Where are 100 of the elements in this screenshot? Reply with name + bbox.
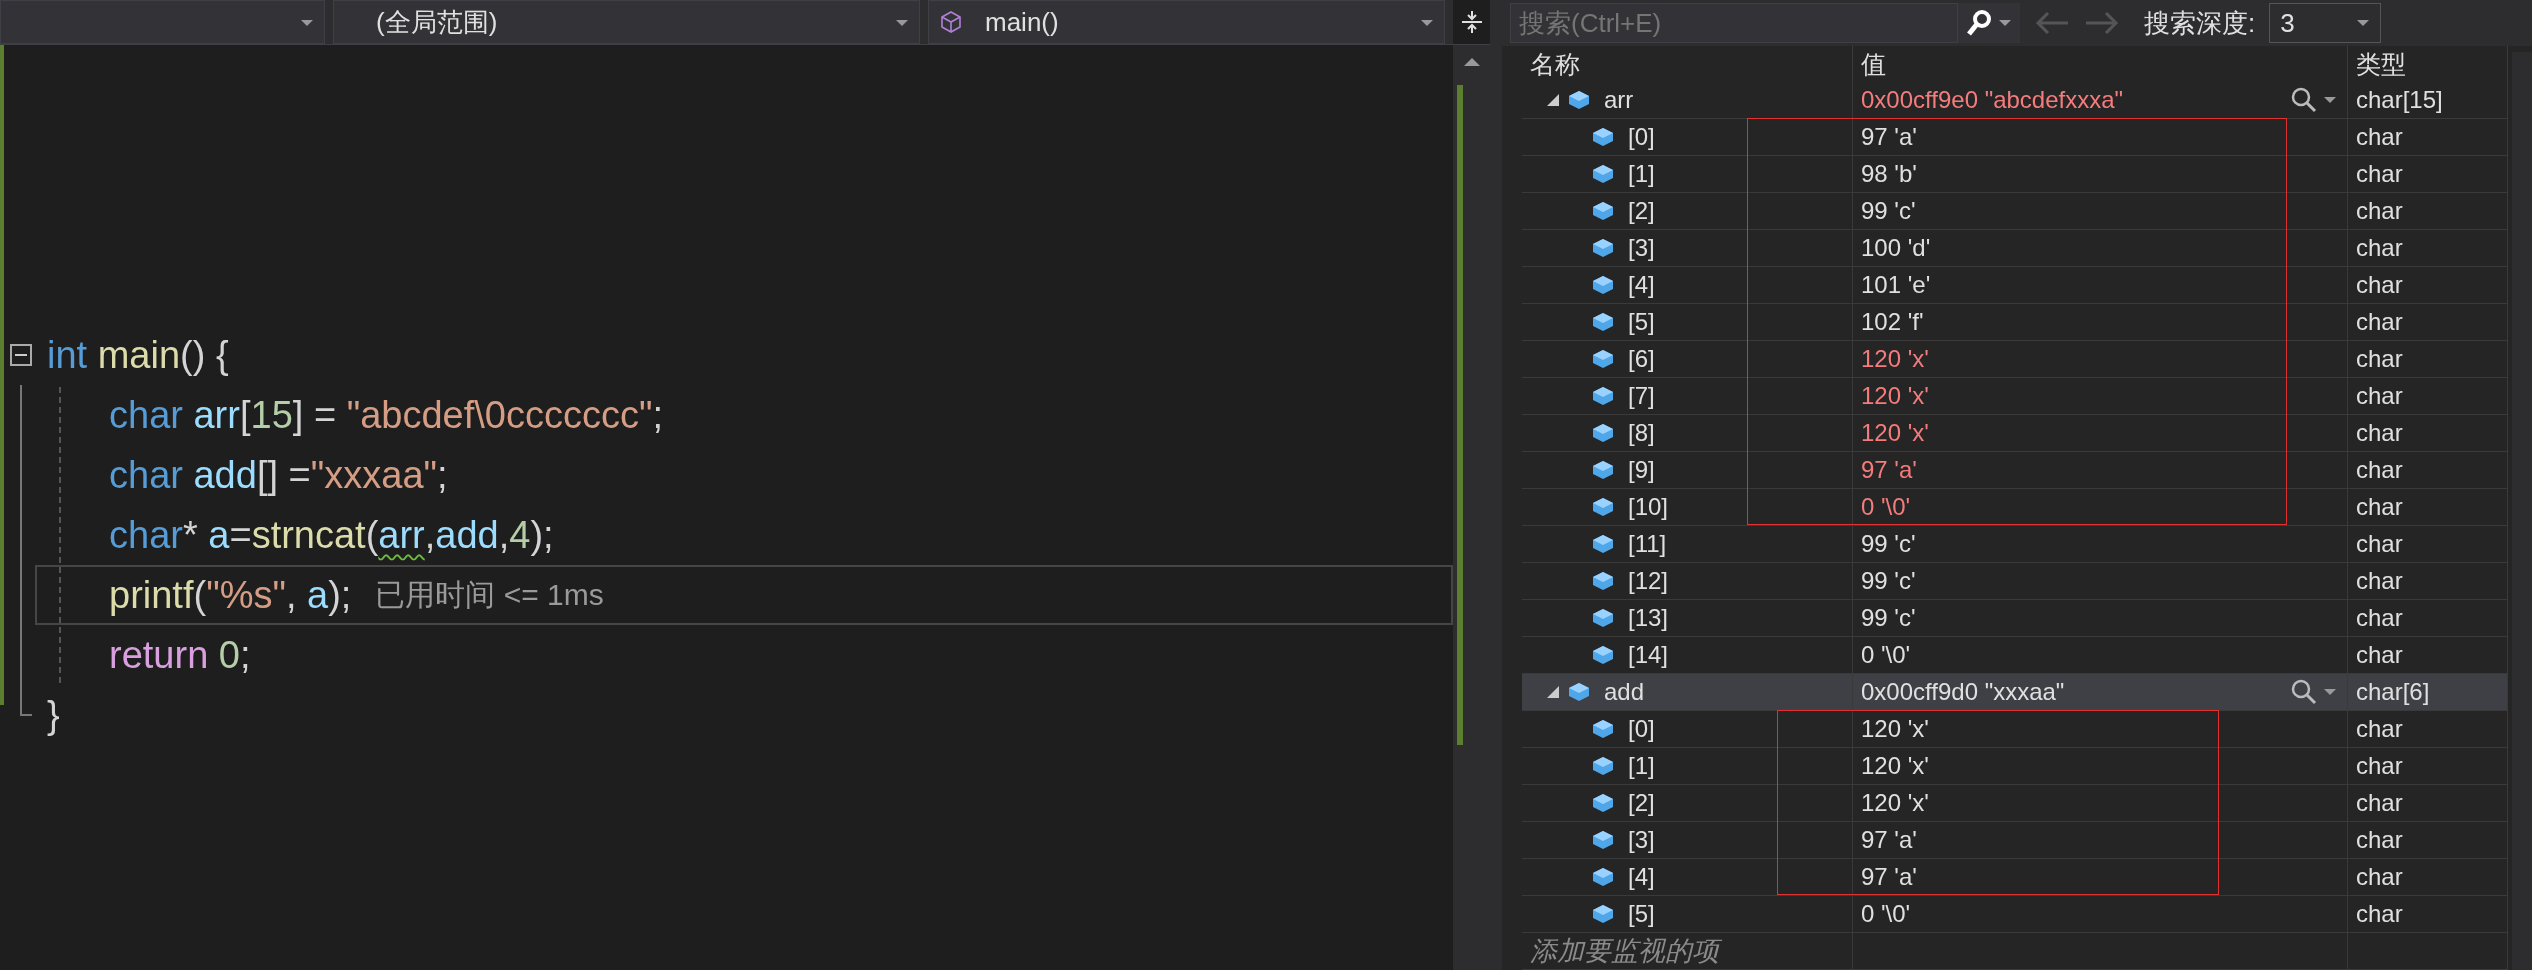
name-cell[interactable]: [9] [1522,452,1853,489]
cube-icon [1592,312,1614,332]
name-cell[interactable]: [4] [1522,267,1853,304]
column-header[interactable]: 值 [1853,46,2348,82]
depth-label: 搜索深度: [2144,6,2256,40]
value-cell: 0 '\0' [1853,896,2348,933]
dropdown[interactable]: (全局范围) [333,0,920,44]
code-line: char add[] ="xxxaa"; [35,445,1453,505]
code-line: int main() { [46,332,230,378]
column-header[interactable]: 类型 [2348,46,2508,82]
type-cell: char [2348,748,2508,785]
name-cell[interactable]: [1] [1522,748,1853,785]
name-cell[interactable]: [4] [1522,859,1853,896]
split-icon [1460,10,1483,34]
name-cell[interactable]: [0] [1522,711,1853,748]
depth-dropdown[interactable]: 3 [2269,3,2382,43]
dropdown[interactable]: main() [928,0,1445,44]
caret-icon [2323,96,2337,104]
name-cell[interactable]: [6] [1522,341,1853,378]
value-cell: 99 'c' [1853,526,2348,563]
cube-icon [1592,867,1614,887]
value-cell: 120 'x' [1853,415,2348,452]
value-cell: 99 'c' [1853,193,2348,230]
type-cell: char [2348,822,2508,859]
type-cell: char [2348,304,2508,341]
type-cell: char [2348,230,2508,267]
name-cell[interactable]: add [1522,674,1853,711]
cube-icon [1592,275,1614,295]
column-header[interactable]: 名称 [1522,46,1853,82]
value-cell: 100 'd' [1853,230,2348,267]
value-cell: 0x00cff9e0 "abcdefxxxa" [1853,82,2348,119]
name-cell[interactable]: [5] [1522,896,1853,933]
value-cell: 102 'f' [1853,304,2348,341]
visualizer-button[interactable] [2291,679,2337,705]
cube-icon [1592,238,1614,258]
value-cell: 120 'x' [1853,711,2348,748]
caret-icon [895,19,909,27]
caret-icon [2356,19,2371,27]
cube-icon [1592,460,1614,480]
value-cell: 97 'a' [1853,822,2348,859]
visualizer-button[interactable] [2291,87,2337,113]
name-cell[interactable]: [11] [1522,526,1853,563]
cube-icon [1592,830,1614,850]
name-cell[interactable]: [2] [1522,785,1853,822]
type-cell: char [2348,711,2508,748]
collapse-icon[interactable] [10,344,32,366]
cube-icon [1592,719,1614,739]
expander-icon[interactable] [1546,93,1560,107]
value-cell: 97 'a' [1853,452,2348,489]
name-cell[interactable]: [8] [1522,415,1853,452]
type-cell: char [2348,600,2508,637]
cube-icon [1592,608,1614,628]
type-cell: char [2348,119,2508,156]
search-button[interactable] [1958,3,2020,43]
code-line: } [46,692,61,738]
cube-icon [1592,497,1614,517]
value-cell: 97 'a' [1853,859,2348,896]
name-cell[interactable]: [1] [1522,156,1853,193]
scroll-up-icon[interactable] [1462,57,1481,67]
value-cell: 120 'x' [1853,748,2348,785]
name-cell[interactable]: [0] [1522,119,1853,156]
name-cell[interactable]: [5] [1522,304,1853,341]
type-cell: char[6] [2348,674,2508,711]
cube-icon [1592,423,1614,443]
value-cell: 101 'e' [1853,267,2348,304]
cube-icon [1592,164,1614,184]
cube-icon [1592,571,1614,591]
cube-icon [1568,90,1590,110]
name-cell[interactable]: [13] [1522,600,1853,637]
code-line: return 0; [35,625,1453,685]
name-cell[interactable]: [3] [1522,822,1853,859]
type-cell: char [2348,267,2508,304]
name-cell[interactable]: [3] [1522,230,1853,267]
type-cell: char [2348,563,2508,600]
expander-icon[interactable] [1546,685,1560,699]
code-line: char* a=strncat(arr,add,4); [35,505,1453,565]
cube-icon [1568,682,1590,702]
caret-icon [1998,19,2012,27]
type-cell: char [2348,526,2508,563]
name-cell[interactable]: [10] [1522,489,1853,526]
code-line: char arr[15] = "abcdef\0ccccccc"; [35,385,1453,445]
name-cell[interactable]: [2] [1522,193,1853,230]
type-cell: char [2348,489,2508,526]
caret-icon [2323,688,2337,696]
cube-icon [1592,534,1614,554]
type-cell: char [2348,156,2508,193]
name-cell[interactable]: [12] [1522,563,1853,600]
type-cell: char[15] [2348,82,2508,119]
search-icon [2291,679,2317,705]
type-cell: char [2348,896,2508,933]
split-button[interactable] [1453,0,1490,44]
name-cell[interactable]: [7] [1522,378,1853,415]
name-cell[interactable]: arr [1522,82,1853,119]
search-field[interactable]: 搜索(Ctrl+E) [1510,3,1958,43]
type-cell: char [2348,859,2508,896]
cube-icon [1592,349,1614,369]
value-cell: 0 '\0' [1853,489,2348,526]
value-cell: 99 'c' [1853,563,2348,600]
search-icon [2291,87,2317,113]
type-cell: char [2348,341,2508,378]
